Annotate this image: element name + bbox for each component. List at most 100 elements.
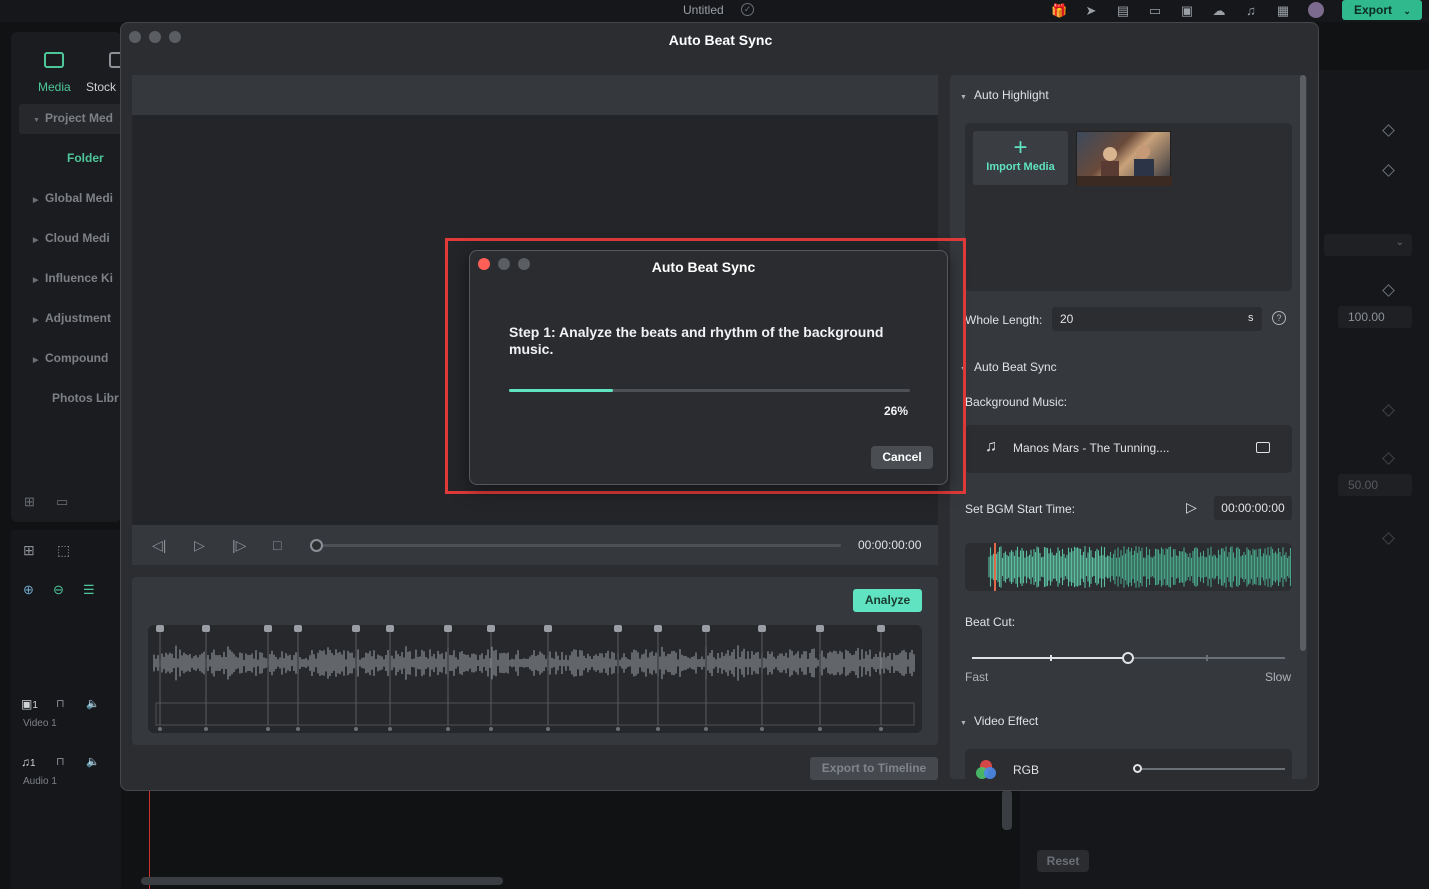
lock-icon[interactable]: ⊓ [56,755,65,768]
keyframe-diamond-icon[interactable] [1382,532,1395,545]
media-panel: Media Stock ▼ Project Med Folder ▶ Global … [11,32,123,522]
effect-slider-knob[interactable] [1133,764,1142,773]
dialog-title: Auto Beat Sync [668,32,773,48]
effect-name: RGB [1013,763,1040,777]
avatar[interactable] [1308,2,1324,18]
background-music-selector[interactable]: ♫ Manos Mars - The Tunning.... [965,425,1292,473]
layout-grid-icon[interactable]: ⊞ [23,542,35,559]
cancel-button[interactable]: Cancel [871,446,933,469]
export-button[interactable]: Export ⌄ [1342,0,1422,20]
keyframe-diamond-icon[interactable] [1382,452,1395,465]
app-title-bar: Untitled ✓ 🎁 ➤ ▤ ▭ ▣ ☁ ♫ ▦ Export ⌄ [0,0,1429,22]
grid-icon[interactable]: ▦ [1275,3,1291,18]
value-field[interactable]: 50.00 [1338,474,1412,496]
lock-icon[interactable]: ⊓ [56,697,65,710]
sidebar-item-adjustment[interactable]: ▶ Adjustment [33,311,111,325]
export-to-timeline-button[interactable]: Export to Timeline [810,757,938,780]
settings-scrollbar[interactable] [1300,75,1306,651]
keyframe-diamond-icon[interactable] [1382,124,1395,137]
triangle-right-icon: ▶ [33,357,39,364]
beat-marker-dot [388,727,392,731]
media-thumbnail[interactable] [1076,131,1172,186]
folder-icon[interactable] [1256,442,1270,453]
speaker-icon[interactable]: 🔈 [86,697,100,710]
gift-icon[interactable]: 🎁 [1051,3,1067,18]
tab-media[interactable]: Media [38,80,71,94]
beat-marker [444,625,452,632]
headset-icon[interactable]: ♫ [1243,3,1259,18]
playback-track[interactable] [315,544,841,547]
import-media-button[interactable]: + Import Media [973,131,1068,185]
analyze-button[interactable]: Analyze [853,589,922,612]
add-track-icon[interactable]: ⊕ [23,582,34,598]
player-controls: ◁| ▷ |▷ □ 00:00:00:00 [132,525,938,565]
keyframe-diamond-icon[interactable] [1382,164,1395,177]
folder-icon[interactable]: ▭ [56,494,68,510]
slider-tick [1050,655,1052,661]
beat-analysis-panel: Analyze [132,577,938,745]
sidebar-item-folder[interactable]: Folder [67,151,104,165]
play-icon[interactable]: ▷ [194,537,205,554]
sidebar-item-photos-library[interactable]: Photos Libr [52,391,119,405]
tab-stock[interactable]: Stock [86,80,116,94]
stack-icon[interactable]: ☰ [83,582,95,598]
sidebar-item-cloud-media[interactable]: ▶ Cloud Medi [33,231,110,245]
save-icon[interactable]: ▣ [1179,3,1195,18]
link-icon[interactable]: ⊖ [53,582,64,598]
select-cursor-icon[interactable]: ⬚ [57,542,70,559]
video-effect-header[interactable]: ▼ Video Effect [960,714,1038,728]
play-icon[interactable]: ▷ [1186,499,1197,516]
triangle-down-icon: ▼ [33,117,40,124]
effect-slider-track[interactable] [1140,768,1285,770]
beat-marker [654,625,662,632]
speaker-icon[interactable]: 🔈 [86,755,100,768]
keyframe-diamond-icon[interactable] [1382,404,1395,417]
layout-icon[interactable]: ▭ [1147,3,1163,18]
timeline-track-headers: ⊞ ⬚ ⊕ ⊖ ☰ ▣1 ⊓ 🔈 Video 1 ♫1 ⊓ 🔈 Audio 1 [11,530,121,889]
audio-track-icon: ♫1 [21,755,36,769]
value-field[interactable]: 100.00 [1338,306,1412,328]
playhead-line[interactable] [149,790,150,889]
music-waveform[interactable] [965,543,1292,591]
preview-header [132,75,938,115]
effect-rgb-row[interactable]: RGB [965,749,1292,779]
properties-footer [1020,790,1429,889]
calendar-icon[interactable]: ▤ [1115,3,1131,18]
beat-cut-slider-knob[interactable] [1121,652,1134,664]
timeline-vertical-scrollbar[interactable] [1002,790,1012,830]
project-title: Untitled [683,3,724,17]
send-icon[interactable]: ➤ [1083,3,1099,18]
triangle-down-icon: ▼ [960,94,967,101]
bgm-start-time-input[interactable]: 00:00:00:00 [1214,496,1292,520]
beat-waveform-graphic [153,625,915,731]
reset-button[interactable]: Reset [1037,850,1089,872]
beat-marker-dot [266,727,270,731]
plus-icon: + [1013,134,1028,161]
sidebar-item-compound[interactable]: ▶ Compound [33,351,108,365]
help-icon[interactable]: ? [1272,311,1286,325]
next-frame-icon[interactable]: |▷ [232,537,246,554]
sidebar-item-global-media[interactable]: ▶ Global Medi [33,191,113,205]
whole-length-input[interactable]: 20 s [1052,307,1262,331]
progress-percent: 26% [884,404,909,418]
bgm-start-label: Set BGM Start Time: [965,502,1076,516]
beat-marker-dot [158,727,162,731]
new-folder-icon[interactable]: ⊞ [24,494,35,510]
auto-highlight-header[interactable]: ▼ Auto Highlight [960,88,1049,102]
timeline-scrollbar[interactable] [141,877,503,885]
step-description: Step 1: Analyze the beats and rhythm of … [509,324,884,357]
beat-waveform[interactable] [148,625,922,733]
sidebar-item-project-media[interactable]: ▼ Project Med [33,111,113,125]
beat-marker-dot [656,727,660,731]
auto-beat-sync-header[interactable]: ▼ Auto Beat Sync [960,360,1057,374]
cloud-icon[interactable]: ☁ [1211,3,1227,18]
playback-knob[interactable] [310,539,323,552]
beat-marker-dot [446,727,450,731]
beat-marker-dot [354,727,358,731]
keyframe-diamond-icon[interactable] [1382,284,1395,297]
stop-icon[interactable]: □ [273,537,281,553]
sidebar-item-influence-kit[interactable]: ▶ Influence Ki [33,271,113,285]
previous-frame-icon[interactable]: ◁| [152,537,166,554]
media-icon[interactable] [44,52,64,68]
select-field[interactable]: ⌄ [1324,234,1412,256]
